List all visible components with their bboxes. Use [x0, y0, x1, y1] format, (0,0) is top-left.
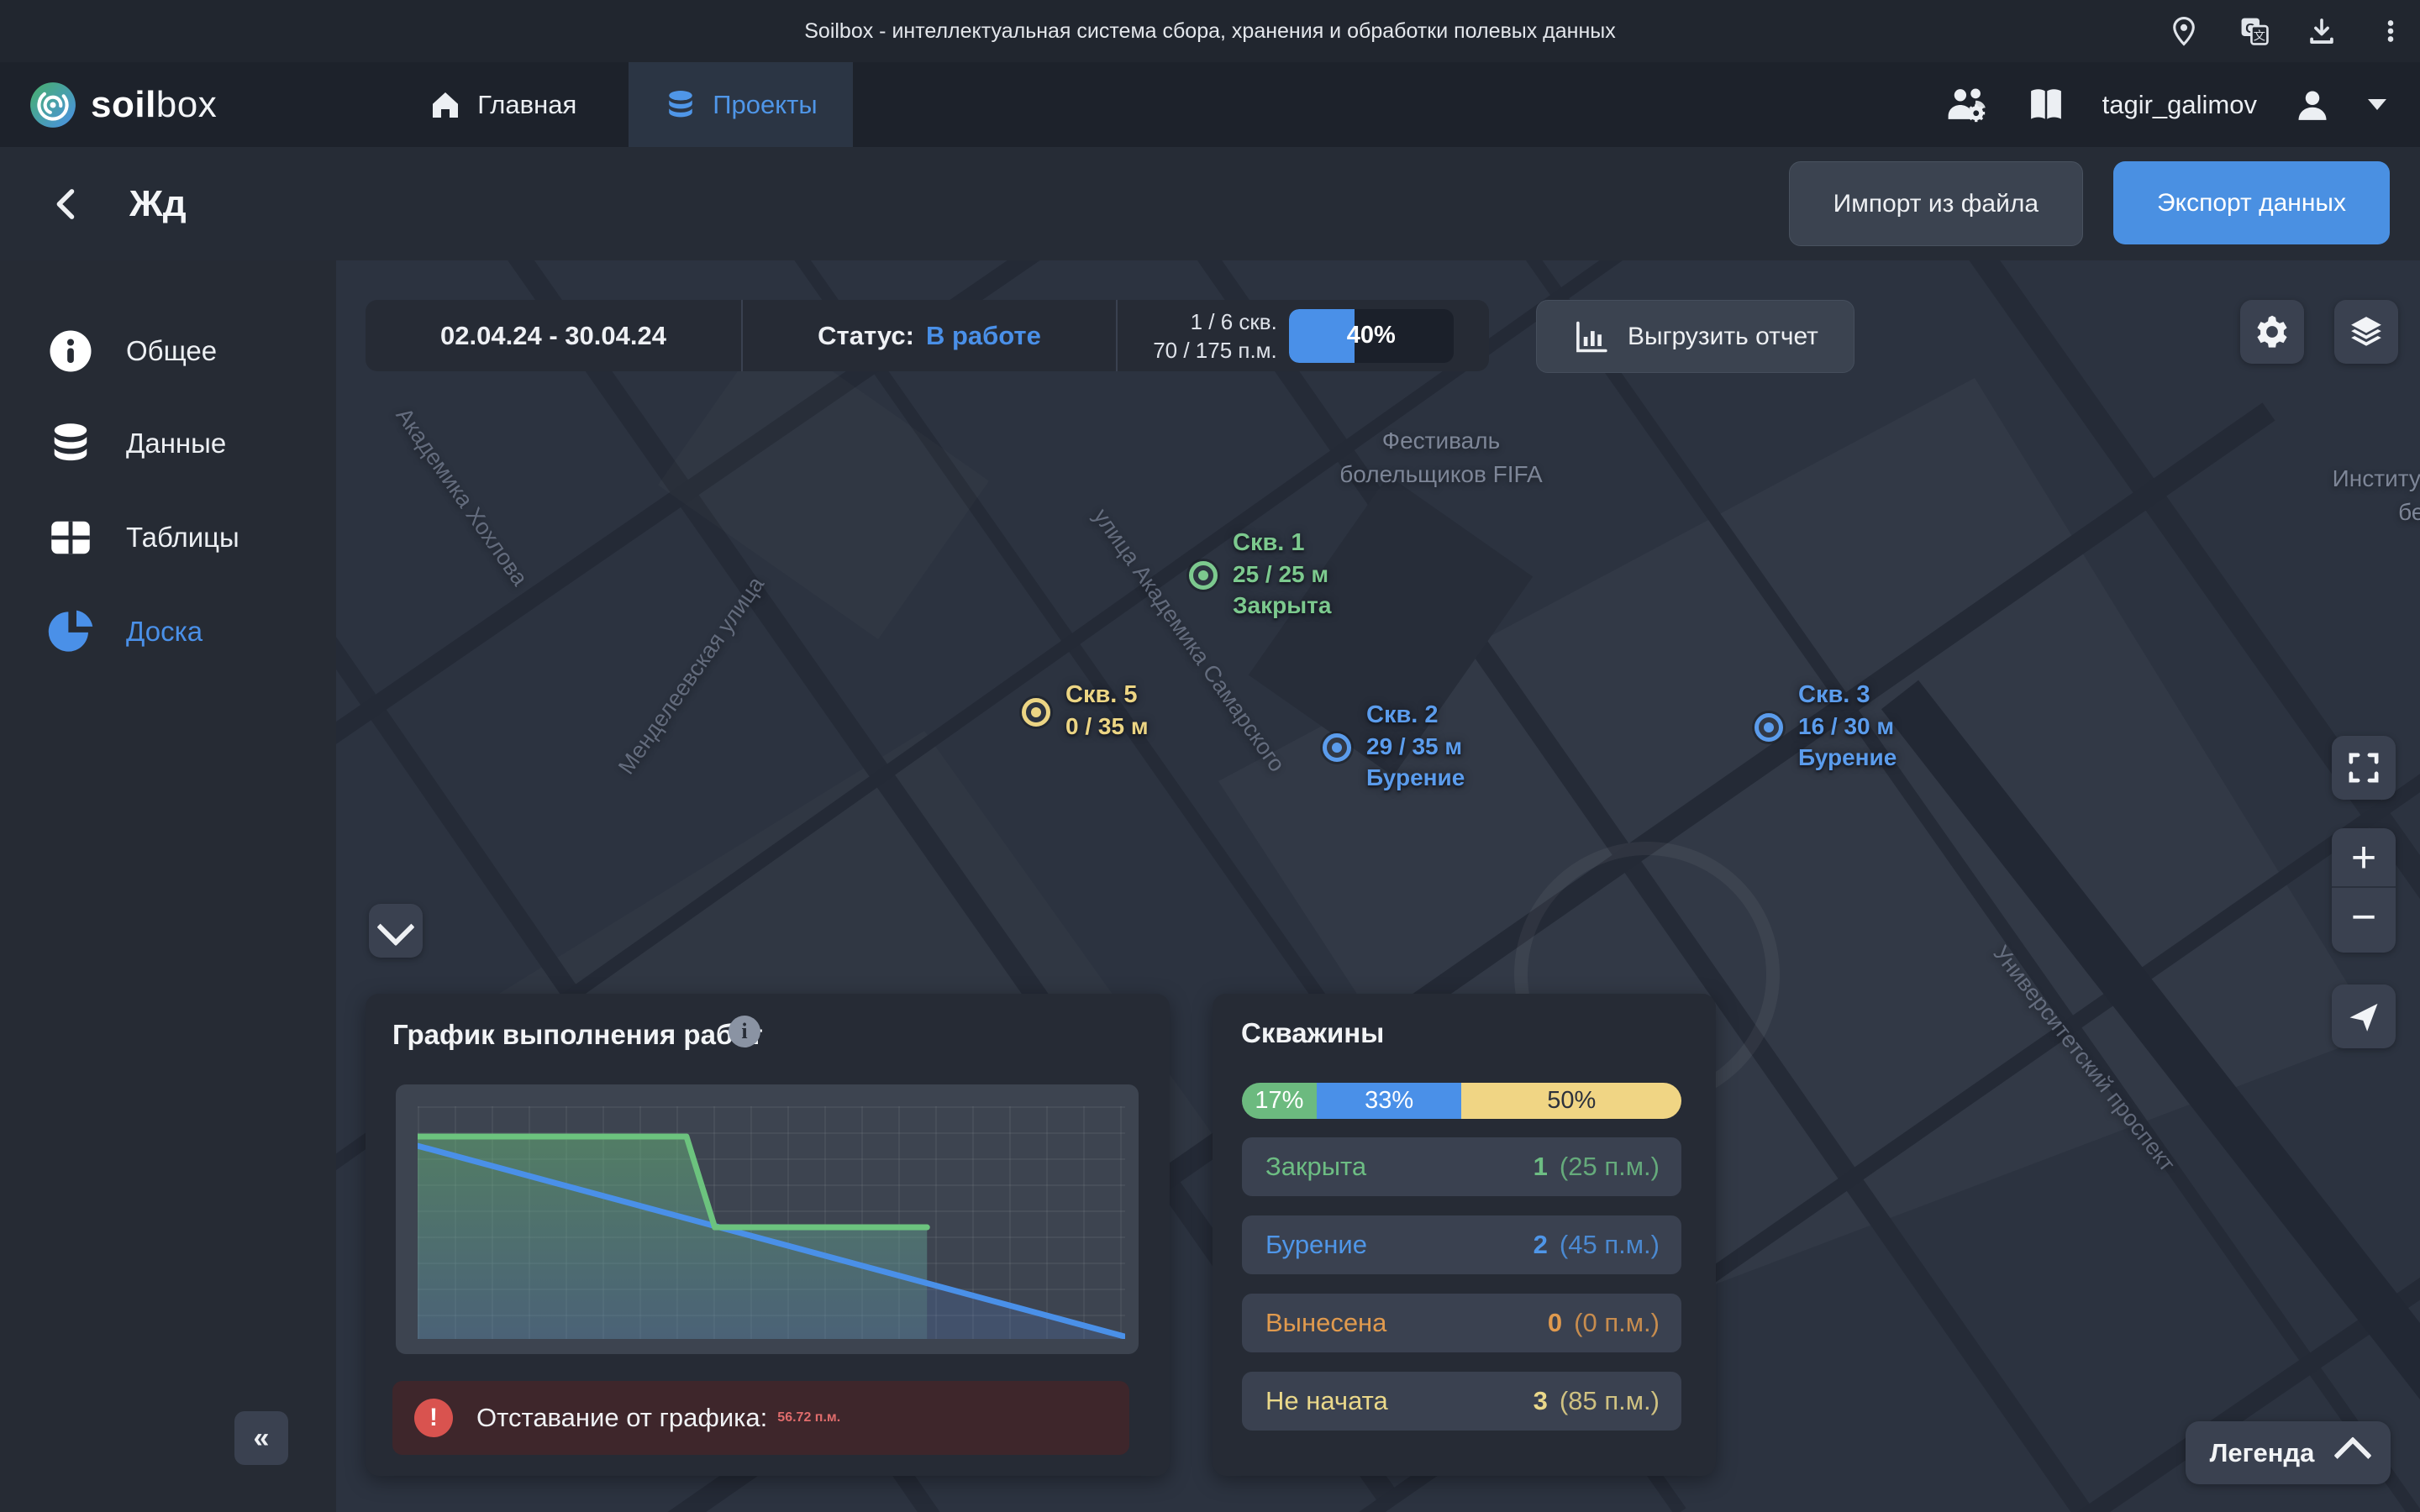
svg-text:文: 文 — [2254, 29, 2265, 44]
table-icon — [47, 514, 94, 561]
legend-button-label: Легенда — [2210, 1438, 2315, 1468]
wells-row-drilling[interactable]: Бурение 2(45 п.м.) — [1242, 1215, 1681, 1274]
sidebar-label-tables: Таблицы — [126, 522, 239, 554]
report-button[interactable]: Выгрузить отчет — [1536, 300, 1854, 373]
project-title: Жд — [129, 183, 187, 225]
user-menu-caret-icon[interactable] — [2368, 99, 2386, 110]
date-range[interactable]: 02.04.24 - 30.04.24 — [366, 300, 741, 371]
report-button-label: Выгрузить отчет — [1628, 323, 1818, 351]
chevron-down-icon — [376, 908, 414, 946]
map-settings-button[interactable] — [2240, 300, 2304, 364]
well-dot-icon — [1332, 743, 1342, 753]
well-dot-icon — [1198, 570, 1208, 580]
wells-status-bar: 17% 33% 50% — [1242, 1083, 1681, 1119]
zoom-in-button[interactable]: + — [2332, 828, 2396, 886]
map-canvas[interactable]: Академика Хохлова Менделеевская улица ул… — [336, 260, 2420, 1512]
kebab-menu-icon[interactable] — [2375, 15, 2407, 47]
locate-button[interactable] — [2332, 984, 2396, 1048]
user-management-icon[interactable] — [1946, 85, 1990, 125]
sidebar-item-board[interactable]: Доска — [0, 601, 336, 662]
pie-chart-icon — [47, 608, 94, 655]
status-segment: Статус: В работе — [741, 300, 1116, 371]
app-navbar: soilbox Главная Проекты — [0, 62, 2420, 147]
browser-titlebar: Soilbox - интеллектуальная система сбора… — [0, 0, 2420, 62]
username[interactable]: tagir_galimov — [2102, 90, 2257, 120]
translate-icon[interactable]: G 文 — [2238, 15, 2270, 47]
schedule-warning-value: 56.72 п.м. — [777, 1410, 840, 1425]
schedule-warning-label: Отставание от графика: — [476, 1403, 767, 1433]
schedule-chart-plot — [418, 1106, 1125, 1339]
sidebar-item-tables[interactable]: Таблицы — [0, 507, 336, 568]
progress-percent: 40% — [1289, 309, 1454, 363]
app-root: Soilbox - интеллектуальная система сбора… — [0, 0, 2420, 1512]
info-icon[interactable]: i — [729, 1016, 760, 1047]
sidebar-label-board: Доска — [126, 616, 203, 648]
wells-card: Скважины 17% 33% 50% Закрыта 1(25 п.м.) … — [1213, 994, 1716, 1476]
poi-label-fifa: Фестивальболельщиков FIFA — [1336, 424, 1546, 491]
export-button[interactable]: Экспорт данных — [2113, 161, 2390, 244]
schedule-chart-panel — [396, 1084, 1139, 1354]
download-icon[interactable] — [2306, 15, 2338, 47]
browser-page-title: Soilbox - интеллектуальная система сбора… — [0, 0, 2420, 62]
sidebar: Общее Данные Таблицы — [0, 260, 336, 1512]
logo-text-box: box — [156, 84, 217, 125]
soilbox-logo-icon — [29, 81, 77, 129]
wells-card-title: Скважины — [1241, 1017, 1384, 1049]
chevron-up-icon — [2334, 1436, 2372, 1474]
database-icon — [47, 420, 94, 467]
sidebar-label-general: Общее — [126, 335, 217, 367]
meters-progress: 70 / 175 п.м. — [1153, 336, 1277, 365]
poi-label-institute: Институт экбезоп — [2326, 462, 2420, 529]
wells-bar-segment-notstarted: 50% — [1461, 1083, 1681, 1119]
info-icon — [47, 328, 94, 375]
home-icon — [429, 88, 462, 122]
sidebar-item-data[interactable]: Данные — [0, 413, 336, 474]
alert-icon: ! — [414, 1399, 453, 1437]
nav-home-label: Главная — [477, 90, 576, 120]
project-header: Жд Импорт из файла Экспорт данных — [0, 147, 2420, 260]
map-layers-button[interactable] — [2334, 300, 2398, 364]
wells-bar-segment-closed: 17% — [1242, 1083, 1317, 1119]
well-dot-icon — [1031, 707, 1041, 717]
well-dot-icon — [1764, 722, 1774, 732]
wells-row-surveyed[interactable]: Вынесена 0(0 п.м.) — [1242, 1294, 1681, 1352]
progress-bar: 40% — [1289, 309, 1454, 363]
map-toolbar: 02.04.24 - 30.04.24 Статус: В работе 1 /… — [366, 300, 1489, 371]
wells-bar-segment-drilling: 33% — [1317, 1083, 1462, 1119]
schedule-card-title: График выполнения работ — [392, 1019, 763, 1051]
back-button[interactable] — [49, 186, 86, 223]
sidebar-label-data: Данные — [126, 428, 226, 459]
navigation-arrow-icon — [2345, 998, 2382, 1035]
nav-projects[interactable]: Проекты — [629, 62, 852, 147]
zoom-out-button[interactable]: − — [2332, 888, 2396, 953]
wells-row-closed[interactable]: Закрыта 1(25 п.м.) — [1242, 1137, 1681, 1196]
layers-icon — [2348, 313, 2385, 350]
logo-text-soil: soil — [91, 84, 156, 125]
location-pin-icon[interactable] — [2168, 15, 2200, 47]
docs-book-icon[interactable] — [2027, 87, 2065, 123]
sidebar-item-general[interactable]: Общее — [0, 321, 336, 381]
nav-projects-label: Проекты — [713, 90, 817, 120]
toolbar-collapse-button[interactable] — [369, 904, 423, 958]
user-avatar-icon[interactable] — [2294, 87, 2331, 123]
progress-segment: 1 / 6 скв. 70 / 175 п.м. 40% — [1116, 300, 1489, 371]
sidebar-collapse-button[interactable]: « — [234, 1411, 288, 1465]
status-label: Статус: — [818, 321, 914, 351]
schedule-chart-svg — [418, 1106, 1125, 1339]
bar-chart-icon — [1572, 318, 1609, 355]
status-value: В работе — [926, 321, 1041, 351]
fullscreen-icon — [2345, 749, 2382, 786]
import-button[interactable]: Импорт из файла — [1789, 161, 2083, 246]
gear-icon — [2254, 313, 2291, 350]
fullscreen-button[interactable] — [2332, 736, 2396, 800]
schedule-warning: ! Отставание от графика: 56.72 п.м. — [392, 1381, 1129, 1455]
wells-row-notstarted[interactable]: Не начата 3(85 п.м.) — [1242, 1372, 1681, 1431]
soilbox-logo[interactable]: soilbox — [29, 81, 217, 129]
nav-home[interactable]: Главная — [393, 62, 612, 147]
legend-button[interactable]: Легенда — [2186, 1421, 2391, 1484]
database-icon — [664, 88, 697, 122]
zoom-controls: + − — [2332, 828, 2396, 953]
schedule-card: График выполнения работ i ! — [366, 994, 1170, 1476]
wells-progress: 1 / 6 скв. — [1153, 307, 1277, 336]
